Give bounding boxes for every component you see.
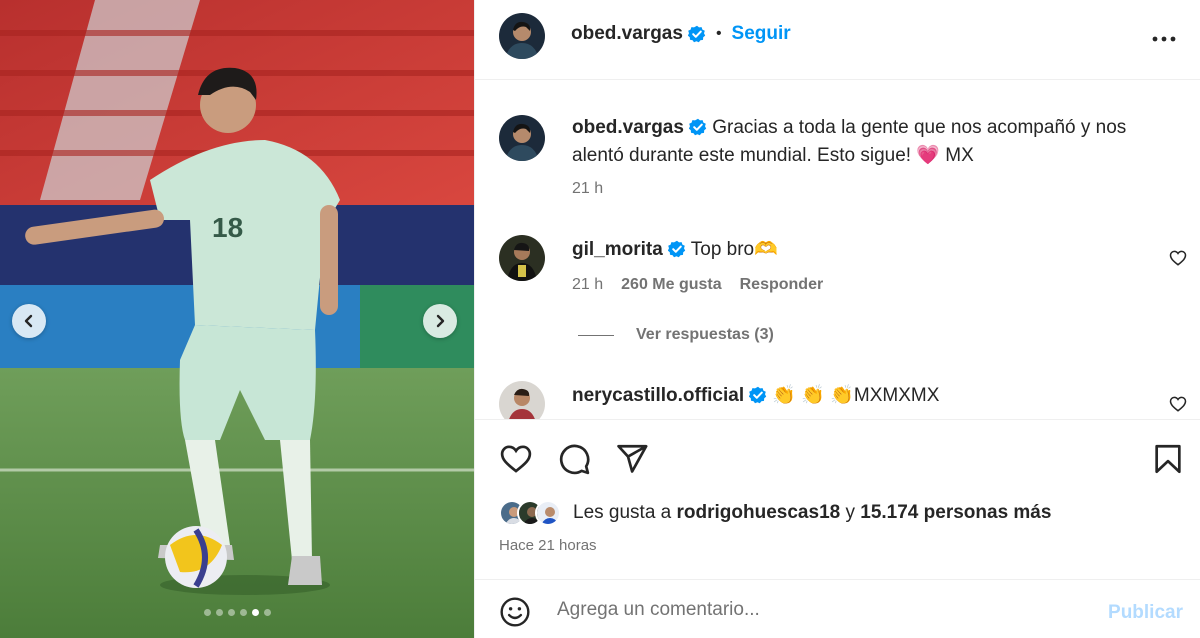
comment-username[interactable]: gil_morita [572, 239, 663, 260]
chevron-left-icon [24, 314, 33, 328]
comment-body: nerycastillo.official 👏 👏 👏MXMXMX [572, 382, 1152, 410]
likes-conjunction: y [845, 502, 855, 523]
slide-dot [263, 609, 271, 616]
avatar-image [499, 13, 545, 59]
slide-indicator [0, 609, 474, 616]
commenter-avatar[interactable] [499, 381, 545, 419]
bookmark-icon[interactable] [1151, 442, 1185, 476]
comment-input[interactable] [557, 594, 1087, 626]
comment-like-heart-icon[interactable] [1169, 249, 1187, 267]
publish-button[interactable]: Publicar [1108, 602, 1183, 624]
post-details-panel: obed.vargas • Seguir obed.vargas Gracias… [474, 0, 1200, 638]
emoji-icon[interactable] [499, 596, 531, 628]
verified-badge-icon [667, 240, 686, 258]
comment-username[interactable]: obed.vargas [572, 117, 684, 138]
likes-text[interactable]: Les gusta a rodrigohuescas18 y 15.174 pe… [573, 502, 1051, 524]
verified-badge-icon [749, 386, 767, 404]
comment-text: Top bro🫶 [690, 239, 778, 260]
author-avatar[interactable] [499, 13, 545, 59]
paper-plane-icon[interactable] [615, 442, 649, 476]
heart-icon[interactable] [499, 442, 533, 476]
commenter-avatar[interactable] [499, 235, 545, 281]
author-username[interactable]: obed.vargas [571, 23, 683, 45]
post-media[interactable]: 18 [0, 0, 474, 638]
likes-user[interactable]: rodrigohuescas18 [677, 502, 841, 523]
comment-body: gil_morita Top bro🫶 [572, 236, 1152, 264]
next-slide-button[interactable] [423, 304, 457, 338]
comment-time[interactable]: 21 h [572, 276, 603, 294]
slide-dot [239, 609, 247, 616]
comment-username[interactable]: nerycastillo.official [572, 385, 744, 406]
verified-badge-icon [688, 118, 707, 136]
avatar-image [499, 115, 545, 161]
likes-others[interactable]: 15.174 personas más [860, 502, 1051, 523]
chevron-right-icon [436, 314, 445, 328]
view-replies-label: Ver respuestas (3) [636, 326, 774, 343]
avatar-image [499, 235, 545, 281]
comment-text: 👏 👏 👏MXMXMX [772, 385, 940, 406]
replies-line [578, 334, 614, 336]
more-options-icon[interactable] [1151, 26, 1177, 52]
post-header: obed.vargas • Seguir [475, 0, 1200, 80]
follow-button[interactable]: Seguir [732, 23, 791, 45]
verified-badge-icon [687, 25, 706, 43]
slide-dot [203, 609, 211, 616]
comment-bubble-icon[interactable] [557, 442, 591, 476]
comment-time[interactable]: 21 h [572, 180, 603, 198]
comment-like-heart-icon[interactable] [1169, 395, 1187, 413]
add-comment-bar: Publicar [475, 579, 1200, 638]
liker-avatars [499, 500, 561, 526]
comments-list[interactable]: obed.vargas Gracias a toda la gente que … [475, 81, 1200, 419]
post-timestamp[interactable]: Hace 21 horas [499, 537, 597, 554]
svg-text:18: 18 [212, 212, 243, 243]
comment-like-count[interactable]: 260 Me gusta [621, 276, 721, 294]
slide-dot [215, 609, 223, 616]
reply-button[interactable]: Responder [740, 276, 824, 294]
likes-summary: Les gusta a rodrigohuescas18 y 15.174 pe… [499, 500, 1051, 526]
comment-meta: 21 h 260 Me gusta Responder [572, 276, 823, 294]
caption-avatar[interactable] [499, 115, 545, 161]
header-separator: • [715, 25, 722, 42]
caption-body: obed.vargas Gracias a toda la gente que … [572, 114, 1152, 170]
post-actions: Les gusta a rodrigohuescas18 y 15.174 pe… [475, 419, 1200, 579]
slide-dot [227, 609, 235, 616]
comment-meta: 21 h [572, 180, 603, 198]
liker-avatar [535, 500, 561, 526]
previous-slide-button[interactable] [12, 304, 46, 338]
post-photo: 18 [0, 0, 474, 638]
header-user: obed.vargas • Seguir [571, 23, 791, 45]
slide-dot-active [251, 609, 259, 616]
likes-prefix: Les gusta a [573, 502, 672, 523]
avatar-image [499, 381, 545, 419]
view-replies-button[interactable]: Ver respuestas (3) [578, 326, 774, 344]
